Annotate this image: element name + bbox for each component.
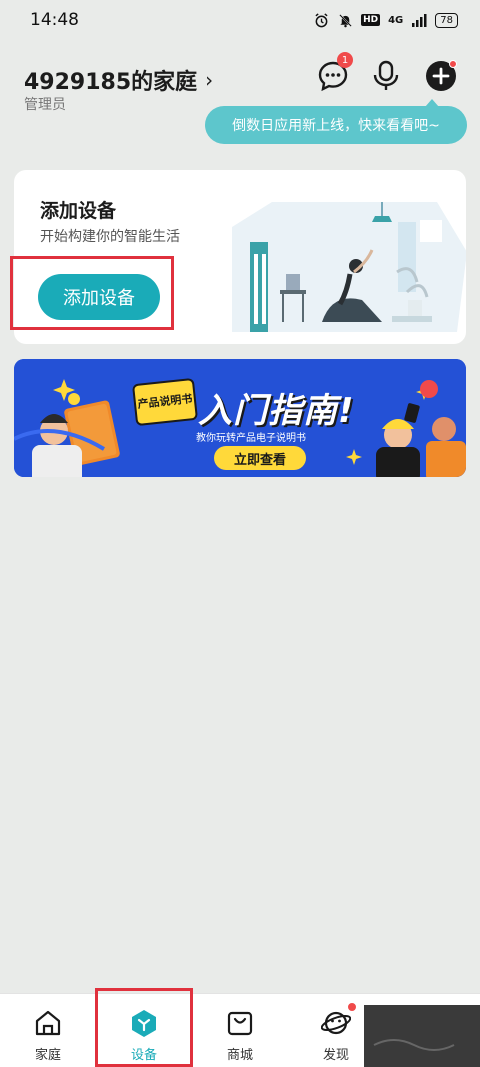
voice-button[interactable] <box>368 58 404 94</box>
status-bar: 14:48 HD 4G 78 <box>0 0 480 44</box>
signal-icon <box>411 12 427 28</box>
mute-bell-icon <box>337 12 353 28</box>
corner-decoration <box>364 1005 480 1067</box>
new-feature-tooltip[interactable]: 倒数日应用新上线，快来看看吧~ <box>205 99 467 144</box>
message-count-badge: 1 <box>337 52 353 68</box>
notification-dot <box>449 60 457 68</box>
add-menu-button[interactable] <box>423 58 459 94</box>
status-icons: HD 4G 78 <box>313 12 458 28</box>
card-subtitle: 开始构建你的智能生活 <box>40 229 180 245</box>
chevron-right-icon: › <box>205 68 214 92</box>
discover-notification-dot <box>347 1002 357 1012</box>
nav-label-discover: 发现 <box>322 1048 349 1063</box>
nav-label-shop: 商城 <box>226 1048 253 1063</box>
message-button[interactable]: 1 <box>315 52 353 94</box>
nav-label-home: 家庭 <box>34 1048 61 1063</box>
network-type: 4G <box>388 14 404 26</box>
battery-indicator: 78 <box>435 12 458 28</box>
user-role: 管理员 <box>24 97 66 113</box>
banner-tag: 产品说明书 <box>131 377 199 427</box>
banner-view-button[interactable]: 立即查看 <box>214 446 306 470</box>
alarm-icon <box>313 12 329 28</box>
add-button-highlight <box>10 256 174 330</box>
home-name: 4929185的家庭 <box>24 70 198 95</box>
discover-icon <box>320 1002 357 1038</box>
banner-title: 入门指南! <box>198 391 355 431</box>
tooltip-text: 倒数日应用新上线，快来看看吧~ <box>232 118 440 134</box>
smart-home-illustration <box>232 202 466 332</box>
shop-icon <box>225 1008 255 1038</box>
nav-item-shop[interactable]: 商城 <box>192 994 288 1067</box>
banner-subtitle: 教你玩转产品电子说明书 <box>196 433 306 444</box>
home-icon <box>33 1008 63 1038</box>
status-time: 14:48 <box>30 10 79 30</box>
home-switcher[interactable]: 4929185的家庭 › <box>24 64 213 96</box>
device-tab-highlight <box>95 988 193 1067</box>
microphone-icon <box>373 60 399 90</box>
card-title: 添加设备 <box>40 200 117 222</box>
nav-item-home[interactable]: 家庭 <box>0 994 96 1067</box>
hd-badge: HD <box>361 14 381 26</box>
guide-banner[interactable]: 产品说明书 入门指南! 教你玩转产品电子说明书 立即查看 <box>14 359 466 477</box>
